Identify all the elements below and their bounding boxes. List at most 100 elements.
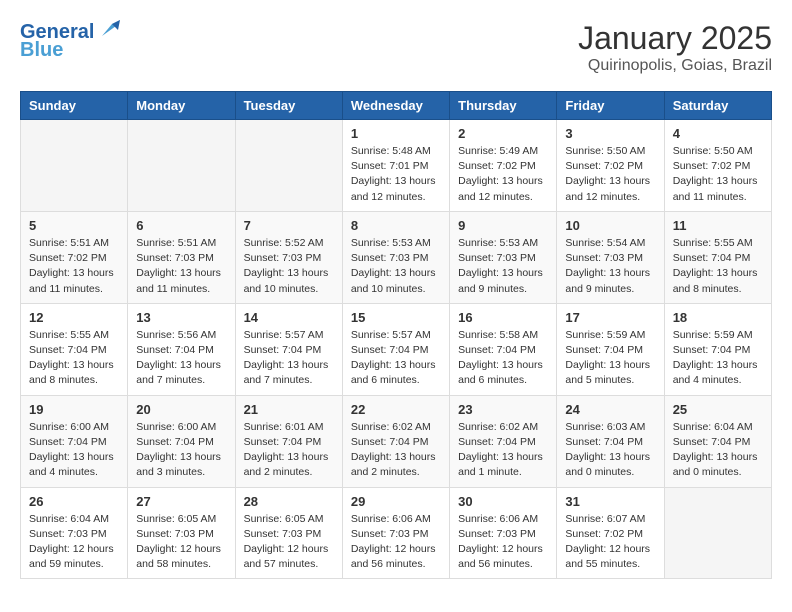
table-row: 12 Sunrise: 5:55 AM Sunset: 7:04 PM Dayli…	[21, 303, 128, 395]
location-subtitle: Quirinopolis, Goias, Brazil	[578, 57, 772, 75]
day-info: Sunrise: 5:50 AM Sunset: 7:02 PM Dayligh…	[565, 144, 655, 205]
day-info: Sunrise: 6:04 AM Sunset: 7:03 PM Dayligh…	[29, 512, 119, 573]
day-number: 24	[565, 402, 655, 417]
day-number: 26	[29, 494, 119, 509]
logo-bird-icon	[98, 18, 120, 40]
day-info: Sunrise: 6:00 AM Sunset: 7:04 PM Dayligh…	[29, 420, 119, 481]
header-sunday: Sunday	[21, 92, 128, 120]
table-row: 29 Sunrise: 6:06 AM Sunset: 7:03 PM Dayli…	[342, 487, 449, 579]
day-number: 12	[29, 310, 119, 325]
day-info: Sunrise: 6:04 AM Sunset: 7:04 PM Dayligh…	[673, 420, 763, 481]
day-number: 3	[565, 126, 655, 141]
day-info: Sunrise: 5:49 AM Sunset: 7:02 PM Dayligh…	[458, 144, 548, 205]
day-info: Sunrise: 5:57 AM Sunset: 7:04 PM Dayligh…	[351, 328, 441, 389]
calendar-week-row: 19 Sunrise: 6:00 AM Sunset: 7:04 PM Dayli…	[21, 395, 772, 487]
table-row: 5Sunrise: 5:51 AM Sunset: 7:02 PM Daylig…	[21, 211, 128, 303]
day-number: 19	[29, 402, 119, 417]
table-row: 6 Sunrise: 5:51 AM Sunset: 7:03 PM Daylig…	[128, 211, 235, 303]
day-info: Sunrise: 5:48 AM Sunset: 7:01 PM Dayligh…	[351, 144, 441, 205]
day-info: Sunrise: 6:02 AM Sunset: 7:04 PM Dayligh…	[351, 420, 441, 481]
day-info: Sunrise: 5:50 AM Sunset: 7:02 PM Dayligh…	[673, 144, 763, 205]
table-row: 31 Sunrise: 6:07 AM Sunset: 7:02 PM Dayli…	[557, 487, 664, 579]
day-info: Sunrise: 6:03 AM Sunset: 7:04 PM Dayligh…	[565, 420, 655, 481]
day-info: Sunrise: 5:51 AM Sunset: 7:03 PM Dayligh…	[136, 236, 226, 297]
table-row: 11 Sunrise: 5:55 AM Sunset: 7:04 PM Dayli…	[664, 211, 771, 303]
day-number: 7	[244, 218, 334, 233]
header-wednesday: Wednesday	[342, 92, 449, 120]
table-row: 8 Sunrise: 5:53 AM Sunset: 7:03 PM Daylig…	[342, 211, 449, 303]
table-row: 13Sunrise: 5:56 AM Sunset: 7:04 PM Dayli…	[128, 303, 235, 395]
day-info: Sunrise: 6:05 AM Sunset: 7:03 PM Dayligh…	[244, 512, 334, 573]
calendar-week-row: 5Sunrise: 5:51 AM Sunset: 7:02 PM Daylig…	[21, 211, 772, 303]
day-number: 9	[458, 218, 548, 233]
table-row: 20Sunrise: 6:00 AM Sunset: 7:04 PM Dayli…	[128, 395, 235, 487]
day-number: 31	[565, 494, 655, 509]
table-row: 27 Sunrise: 6:05 AM Sunset: 7:03 PM Dayli…	[128, 487, 235, 579]
table-row	[21, 120, 128, 212]
day-number: 30	[458, 494, 548, 509]
day-number: 6	[136, 218, 226, 233]
table-row: 1Sunrise: 5:48 AM Sunset: 7:01 PM Daylig…	[342, 120, 449, 212]
header-saturday: Saturday	[664, 92, 771, 120]
table-row: 22Sunrise: 6:02 AM Sunset: 7:04 PM Dayli…	[342, 395, 449, 487]
page-header: General Blue January 2025 Quirinopolis, …	[20, 20, 772, 75]
table-row: 9 Sunrise: 5:53 AM Sunset: 7:03 PM Daylig…	[450, 211, 557, 303]
day-info: Sunrise: 6:06 AM Sunset: 7:03 PM Dayligh…	[351, 512, 441, 573]
calendar-table: Sunday Monday Tuesday Wednesday Thursday…	[20, 91, 772, 579]
day-number: 13	[136, 310, 226, 325]
table-row: 25 Sunrise: 6:04 AM Sunset: 7:04 PM Dayli…	[664, 395, 771, 487]
header-monday: Monday	[128, 92, 235, 120]
table-row: 7 Sunrise: 5:52 AM Sunset: 7:03 PM Daylig…	[235, 211, 342, 303]
day-info: Sunrise: 5:57 AM Sunset: 7:04 PM Dayligh…	[244, 328, 334, 389]
table-row: 21 Sunrise: 6:01 AM Sunset: 7:04 PM Dayli…	[235, 395, 342, 487]
day-number: 11	[673, 218, 763, 233]
table-row: 23Sunrise: 6:02 AM Sunset: 7:04 PM Dayli…	[450, 395, 557, 487]
header-thursday: Thursday	[450, 92, 557, 120]
day-number: 27	[136, 494, 226, 509]
day-info: Sunrise: 5:53 AM Sunset: 7:03 PM Dayligh…	[351, 236, 441, 297]
table-row: 28 Sunrise: 6:05 AM Sunset: 7:03 PM Dayli…	[235, 487, 342, 579]
table-row	[235, 120, 342, 212]
table-row: 17Sunrise: 5:59 AM Sunset: 7:04 PM Dayli…	[557, 303, 664, 395]
table-row: 4Sunrise: 5:50 AM Sunset: 7:02 PM Daylig…	[664, 120, 771, 212]
day-number: 20	[136, 402, 226, 417]
table-row	[128, 120, 235, 212]
logo-blue: Blue	[20, 39, 63, 62]
day-info: Sunrise: 5:54 AM Sunset: 7:03 PM Dayligh…	[565, 236, 655, 297]
table-row: 10 Sunrise: 5:54 AM Sunset: 7:03 PM Dayli…	[557, 211, 664, 303]
day-info: Sunrise: 5:59 AM Sunset: 7:04 PM Dayligh…	[565, 328, 655, 389]
day-info: Sunrise: 6:02 AM Sunset: 7:04 PM Dayligh…	[458, 420, 548, 481]
day-info: Sunrise: 6:07 AM Sunset: 7:02 PM Dayligh…	[565, 512, 655, 573]
day-number: 25	[673, 402, 763, 417]
day-number: 14	[244, 310, 334, 325]
calendar-week-row: 26 Sunrise: 6:04 AM Sunset: 7:03 PM Dayli…	[21, 487, 772, 579]
table-row: 14 Sunrise: 5:57 AM Sunset: 7:04 PM Dayli…	[235, 303, 342, 395]
header-tuesday: Tuesday	[235, 92, 342, 120]
day-info: Sunrise: 5:51 AM Sunset: 7:02 PM Dayligh…	[29, 236, 119, 297]
day-number: 29	[351, 494, 441, 509]
calendar-header-row: Sunday Monday Tuesday Wednesday Thursday…	[21, 92, 772, 120]
day-info: Sunrise: 5:52 AM Sunset: 7:03 PM Dayligh…	[244, 236, 334, 297]
day-number: 15	[351, 310, 441, 325]
day-info: Sunrise: 6:06 AM Sunset: 7:03 PM Dayligh…	[458, 512, 548, 573]
table-row: 3 Sunrise: 5:50 AM Sunset: 7:02 PM Daylig…	[557, 120, 664, 212]
day-info: Sunrise: 6:01 AM Sunset: 7:04 PM Dayligh…	[244, 420, 334, 481]
day-info: Sunrise: 5:53 AM Sunset: 7:03 PM Dayligh…	[458, 236, 548, 297]
calendar-week-row: 12 Sunrise: 5:55 AM Sunset: 7:04 PM Dayli…	[21, 303, 772, 395]
day-info: Sunrise: 5:58 AM Sunset: 7:04 PM Dayligh…	[458, 328, 548, 389]
day-number: 28	[244, 494, 334, 509]
table-row: 16 Sunrise: 5:58 AM Sunset: 7:04 PM Dayli…	[450, 303, 557, 395]
day-info: Sunrise: 6:05 AM Sunset: 7:03 PM Dayligh…	[136, 512, 226, 573]
table-row: 26 Sunrise: 6:04 AM Sunset: 7:03 PM Dayli…	[21, 487, 128, 579]
day-info: Sunrise: 5:55 AM Sunset: 7:04 PM Dayligh…	[29, 328, 119, 389]
day-number: 16	[458, 310, 548, 325]
day-number: 21	[244, 402, 334, 417]
month-title: January 2025	[578, 20, 772, 57]
table-row: 30 Sunrise: 6:06 AM Sunset: 7:03 PM Dayli…	[450, 487, 557, 579]
day-info: Sunrise: 5:55 AM Sunset: 7:04 PM Dayligh…	[673, 236, 763, 297]
table-row	[664, 487, 771, 579]
day-number: 8	[351, 218, 441, 233]
table-row: 2Sunrise: 5:49 AM Sunset: 7:02 PM Daylig…	[450, 120, 557, 212]
title-block: January 2025 Quirinopolis, Goias, Brazil	[578, 20, 772, 75]
day-number: 10	[565, 218, 655, 233]
